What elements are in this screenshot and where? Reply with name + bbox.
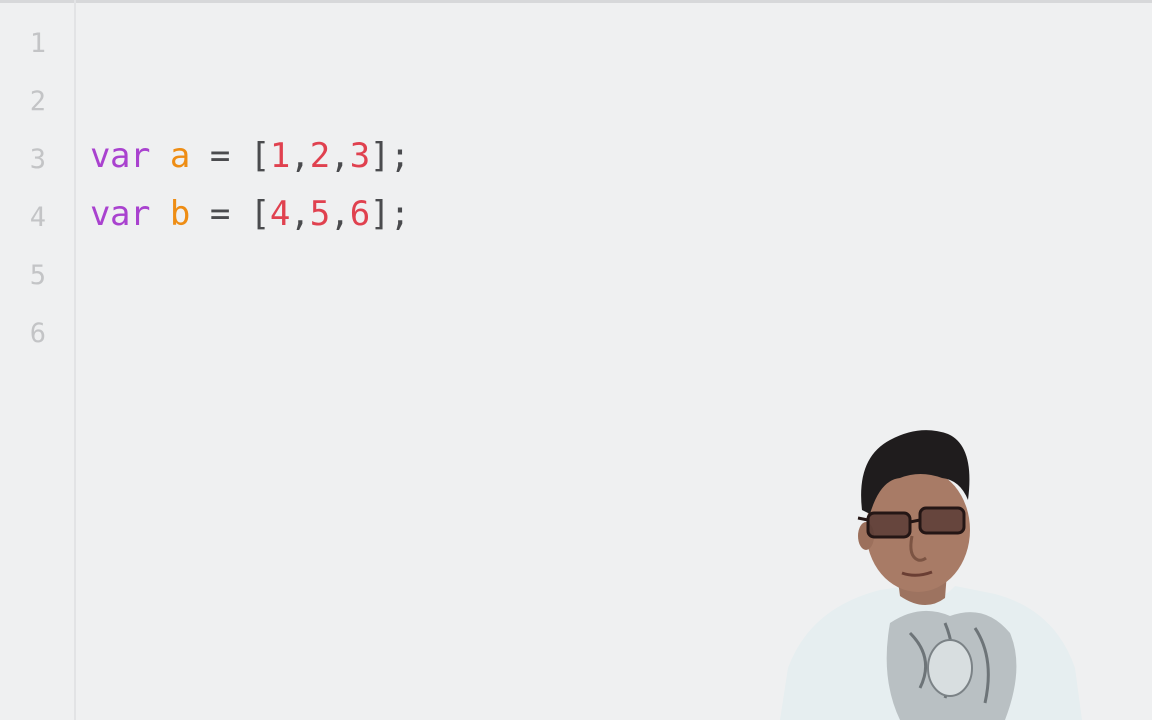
- line-number: 5: [29, 260, 46, 291]
- open-bracket: [: [249, 194, 270, 234]
- code-line-4[interactable]: var b = [4,5,6];: [90, 185, 410, 243]
- code-line-3[interactable]: var a = [1,2,3];: [90, 127, 410, 185]
- comma: ,: [329, 136, 350, 176]
- identifier-b: b: [169, 194, 190, 234]
- gutter-divider: [74, 0, 76, 720]
- number-literal: 2: [309, 136, 330, 176]
- line-number: 4: [29, 202, 46, 233]
- line-number: 2: [29, 86, 46, 117]
- assign-operator: =: [209, 194, 230, 234]
- presenter-webcam-icon: [780, 430, 1082, 720]
- number-literal: 1: [269, 136, 290, 176]
- close-bracket-semicolon: ];: [369, 136, 410, 176]
- code-editor[interactable]: 1 2 3 4 5 6 var a = [1,2,3]; var b = [4,…: [0, 0, 1152, 720]
- line-number-gutter: 1 2 3 4 5 6: [0, 0, 74, 720]
- number-literal: 6: [349, 194, 370, 234]
- keyword-var: var: [90, 194, 150, 234]
- comma: ,: [289, 136, 310, 176]
- line-number: 6: [29, 318, 46, 349]
- number-literal: 4: [269, 194, 290, 234]
- assign-operator: =: [209, 136, 230, 176]
- number-literal: 3: [349, 136, 370, 176]
- editor-top-border: [0, 0, 1152, 3]
- open-bracket: [: [249, 136, 270, 176]
- comma: ,: [329, 194, 350, 234]
- line-number: 3: [29, 144, 46, 175]
- keyword-var: var: [90, 136, 150, 176]
- line-number: 1: [29, 28, 46, 59]
- number-literal: 5: [309, 194, 330, 234]
- comma: ,: [289, 194, 310, 234]
- close-bracket-semicolon: ];: [369, 194, 410, 234]
- identifier-a: a: [169, 136, 190, 176]
